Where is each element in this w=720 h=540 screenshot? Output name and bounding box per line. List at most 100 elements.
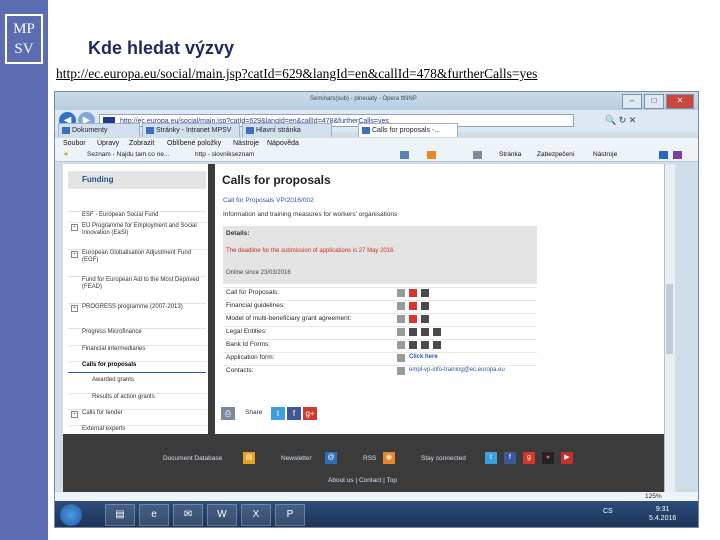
system-clock[interactable]: 9:31 5.4.2016 <box>649 505 676 523</box>
windows-taskbar: ▤ e ✉ W X P CS 9:31 5.4.2016 <box>55 501 698 527</box>
zoom-level[interactable]: 125% <box>645 492 662 501</box>
doc-row-legal-entities: Legal Entities: <box>223 326 537 338</box>
footer-twitter-icon[interactable]: t <box>485 452 497 464</box>
sidebar-item-calls-for-proposals[interactable]: Calls for proposals <box>68 361 206 373</box>
pdf-icon[interactable] <box>409 315 417 323</box>
menu-upravy[interactable]: Úpravy <box>97 138 119 149</box>
funding-header: Funding <box>68 171 206 189</box>
deadline-text: The deadline for the submission of appli… <box>226 248 396 254</box>
start-button[interactable] <box>60 504 82 526</box>
row-label: Call for Proposals: <box>226 289 280 296</box>
sidebar-item-calls-for-tender[interactable]: + Calls for tender <box>68 409 206 420</box>
language-indicator[interactable]: CS <box>603 508 613 515</box>
download-icon[interactable] <box>421 315 429 323</box>
footer-newsletter[interactable]: Newsletter <box>281 455 312 462</box>
sidebar-item-easi[interactable]: + EU Programme for Employment and Social … <box>68 222 206 245</box>
pdf-icon[interactable] <box>409 302 417 310</box>
powerpoint-icon[interactable]: P <box>275 504 305 526</box>
print-page-icon[interactable]: ⎙ <box>221 407 235 420</box>
home-icon[interactable] <box>400 151 409 159</box>
cmd-nastroje[interactable]: Nástroje <box>593 149 617 161</box>
cmd-stranka[interactable]: Stránka <box>499 149 521 161</box>
scrollbar-thumb[interactable] <box>666 284 673 354</box>
sidebar-item-external-experts[interactable]: External experts <box>68 425 206 434</box>
slide-sidebar: MP SV <box>0 0 48 540</box>
sidebar-item-progress[interactable]: + PROGRESS programme (2007-2013) <box>68 303 206 323</box>
language-fr-icon[interactable] <box>433 328 441 336</box>
slide-url-link[interactable]: http://ec.europa.eu/social/main.jsp?catI… <box>56 66 537 82</box>
sidebar-item-label: Financial intermediaries <box>82 346 146 352</box>
tab-intranet[interactable]: Stránky - Intranet MPSV <box>142 123 240 137</box>
window-title: Seminars(sub) - plneuaty - Opera ttNNP <box>310 96 417 102</box>
favorite-seznam[interactable]: Seznam - Najdu tam co ne... <box>87 149 169 161</box>
expand-icon[interactable]: + <box>71 411 78 418</box>
download-icon[interactable] <box>421 289 429 297</box>
pdf-icon[interactable] <box>409 289 417 297</box>
footer-bottom-links[interactable]: About us | Contact | Top <box>328 477 397 484</box>
sidebar-item-egf[interactable]: + European Globalisation Adjustment Fund … <box>68 249 206 271</box>
footer-facebook-icon[interactable]: f <box>504 452 516 464</box>
language-en-icon[interactable] <box>421 328 429 336</box>
facebook-icon[interactable]: f <box>287 407 301 420</box>
rss-icon[interactable] <box>427 151 436 159</box>
favorites-star-icon[interactable]: ★ <box>63 149 69 161</box>
google-plus-icon[interactable]: g+ <box>303 407 317 420</box>
sidebar-item-esf[interactable]: ESF - European Social Fund <box>68 211 206 221</box>
language-en-icon[interactable] <box>421 341 429 349</box>
menu-soubor[interactable]: Soubor <box>63 138 86 149</box>
addon-n-icon[interactable] <box>673 151 682 159</box>
menu-zobrazit[interactable]: Zobrazit <box>129 138 154 149</box>
outlook-icon[interactable]: ✉ <box>173 504 203 526</box>
expand-icon[interactable]: + <box>71 305 78 312</box>
close-button[interactable]: ✕ <box>666 94 694 109</box>
youtube-icon[interactable]: ▶ <box>561 452 573 464</box>
internet-explorer-icon[interactable]: e <box>139 504 169 526</box>
newsletter-icon[interactable]: @ <box>325 452 337 464</box>
flickr-icon[interactable]: ● <box>542 452 554 464</box>
expand-icon[interactable]: + <box>71 224 78 231</box>
favorite-slovnik[interactable]: http - slovnikseznam <box>195 149 254 161</box>
menu-nastroje[interactable]: Nástroje <box>233 138 259 149</box>
language-de-icon[interactable] <box>409 328 417 336</box>
addon-w-icon[interactable] <box>659 151 668 159</box>
minimize-button[interactable]: – <box>622 94 642 109</box>
sidebar-item-microfinance[interactable]: Progress Microfinance <box>68 328 206 339</box>
excel-icon[interactable]: X <box>241 504 271 526</box>
tab-calls-for-proposals[interactable]: Calls for proposals -... <box>358 123 458 137</box>
window-controls: – □ ✕ <box>622 94 694 109</box>
tab-dokumenty[interactable]: Dokumenty <box>58 123 140 137</box>
doc-row-application-form: Application form: Click here <box>223 352 537 364</box>
sidebar-item-awarded-grants[interactable]: Awarded grants <box>68 377 206 388</box>
vertical-scrollbar[interactable] <box>664 164 675 504</box>
footer-stay-connected[interactable]: Stay connected <box>421 455 466 462</box>
twitter-icon[interactable]: t <box>271 407 285 420</box>
sidebar-item-fead[interactable]: Fund for European Aid to the Most Depriv… <box>68 276 206 298</box>
footer-document-database[interactable]: Document Database <box>163 455 222 462</box>
language-de-icon[interactable] <box>409 341 417 349</box>
file-explorer-icon[interactable]: ▤ <box>105 504 135 526</box>
sidebar-item-results[interactable]: Results of action grants <box>68 393 206 404</box>
slide-title: Kde hledat výzvy <box>88 38 235 58</box>
footer-google-plus-icon[interactable]: g <box>523 452 535 464</box>
menu-bar: Soubor Úpravy Zobrazit Oblíbené položky … <box>55 138 698 149</box>
maximize-button[interactable]: □ <box>644 94 664 109</box>
sidebar-item-label: Calls for tender <box>82 410 123 416</box>
doc-file-icon <box>397 354 405 362</box>
click-here-link[interactable]: Click here <box>409 354 438 360</box>
menu-oblibene[interactable]: Oblíbené položky <box>167 138 221 149</box>
tab-hlavni-stranka[interactable]: Hlavní stránka <box>242 123 332 137</box>
doc-row-agreement: Model of multi-beneficiary grant agreeme… <box>223 313 537 325</box>
menu-napoveda[interactable]: Nápověda <box>267 138 299 149</box>
cmd-zabezpeceni[interactable]: Zabezpečení <box>537 149 575 161</box>
expand-icon[interactable]: + <box>71 251 78 258</box>
language-fr-icon[interactable] <box>433 341 441 349</box>
footer-rss[interactable]: RSS <box>363 455 376 462</box>
contact-email-link[interactable]: empl-vp-info-training@ec.europa.eu <box>409 367 505 373</box>
print-icon[interactable] <box>473 151 482 159</box>
sidebar-item-financial-intermediaries[interactable]: Financial intermediaries <box>68 345 206 356</box>
download-icon[interactable] <box>421 302 429 310</box>
word-icon[interactable]: W <box>207 504 237 526</box>
rss-feed-icon[interactable]: ◉ <box>383 452 395 464</box>
row-label: Application form: <box>226 354 275 361</box>
document-database-icon[interactable]: ▤ <box>243 452 255 464</box>
